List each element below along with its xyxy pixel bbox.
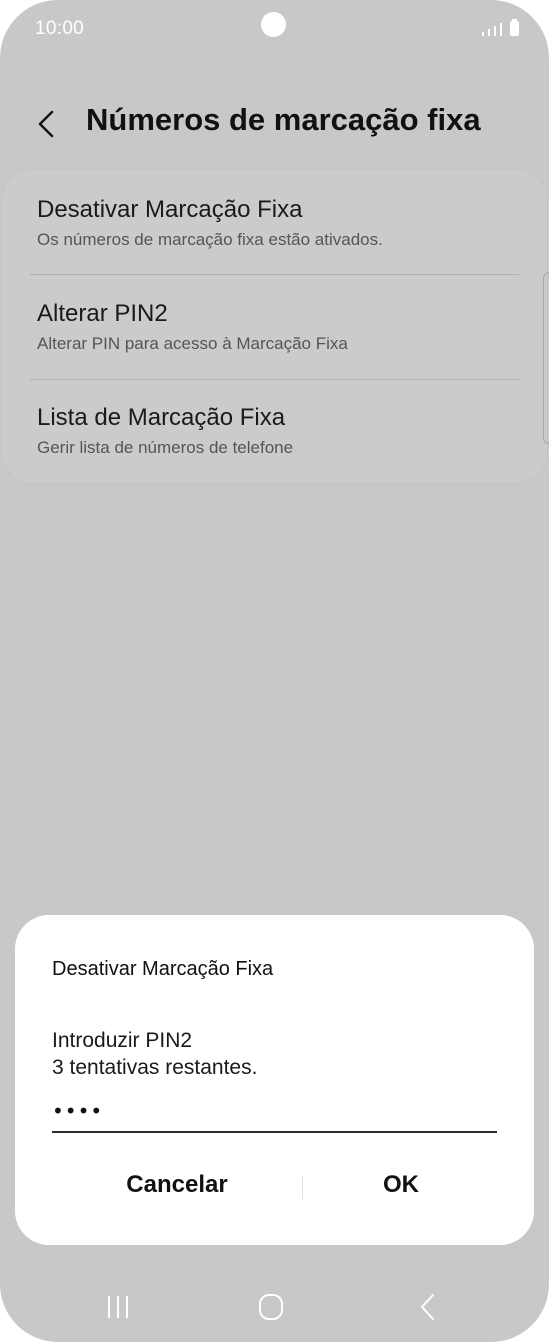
battery-icon	[510, 19, 519, 36]
status-bar: 10:00	[0, 0, 549, 60]
status-time: 10:00	[35, 18, 85, 39]
recent-apps-icon	[108, 1296, 128, 1318]
chevron-left-icon	[38, 110, 54, 138]
status-icons	[482, 19, 519, 36]
settings-item-change-pin2[interactable]: Alterar PIN2 Alterar PIN para acesso à M…	[37, 300, 517, 354]
signal-icon	[482, 32, 484, 36]
item-title: Alterar PIN2	[37, 300, 168, 327]
divider	[30, 379, 519, 380]
cancel-button[interactable]: Cancelar	[77, 1165, 277, 1205]
settings-item-disable-fdn[interactable]: Desativar Marcação Fixa Os números de ma…	[37, 196, 517, 250]
divider	[30, 274, 519, 275]
camera-cutout	[261, 12, 286, 37]
home-button[interactable]	[251, 1292, 291, 1322]
item-subtitle: Gerir lista de números de telefone	[37, 438, 294, 457]
nav-back-button[interactable]	[408, 1292, 448, 1322]
attempts-remaining: 3 tentativas restantes.	[52, 1056, 258, 1079]
app-header: Números de marcação fixa	[0, 90, 549, 160]
settings-card: Desativar Marcação Fixa Os números de ma…	[2, 170, 547, 483]
signal-bar-icon	[488, 29, 490, 36]
home-icon	[259, 1294, 283, 1320]
ok-button[interactable]: OK	[301, 1165, 501, 1205]
item-title: Desativar Marcação Fixa	[37, 196, 303, 223]
back-button[interactable]	[30, 106, 66, 142]
dialog-prompt: Introduzir PIN2 3 tentativas restantes.	[52, 1027, 257, 1081]
recent-apps-button[interactable]	[98, 1292, 138, 1322]
pin2-input[interactable]	[52, 1091, 497, 1133]
signal-bar-icon	[500, 23, 502, 36]
navigation-bar	[0, 1272, 549, 1342]
back-icon	[421, 1294, 434, 1320]
item-title: Lista de Marcação Fixa	[37, 404, 286, 431]
dialog-prompt-line: Introduzir PIN2	[52, 1029, 193, 1052]
dialog-title: Desativar Marcação Fixa	[52, 958, 274, 980]
settings-item-fdn-list[interactable]: Lista de Marcação Fixa Gerir lista de nú…	[37, 404, 517, 458]
item-subtitle: Alterar PIN para acesso à Marcação Fixa	[37, 334, 348, 353]
item-subtitle: Os números de marcação fixa estão ativad…	[37, 230, 383, 249]
pin2-dialog: Desativar Marcação Fixa Introduzir PIN2 …	[15, 915, 534, 1245]
phone-screen: 10:00 Números de marcação fixa Desativar…	[0, 0, 549, 1342]
page-title: Números de marcação fixa	[86, 102, 481, 137]
signal-bar-icon	[494, 26, 496, 36]
scrollbar[interactable]	[543, 272, 549, 444]
